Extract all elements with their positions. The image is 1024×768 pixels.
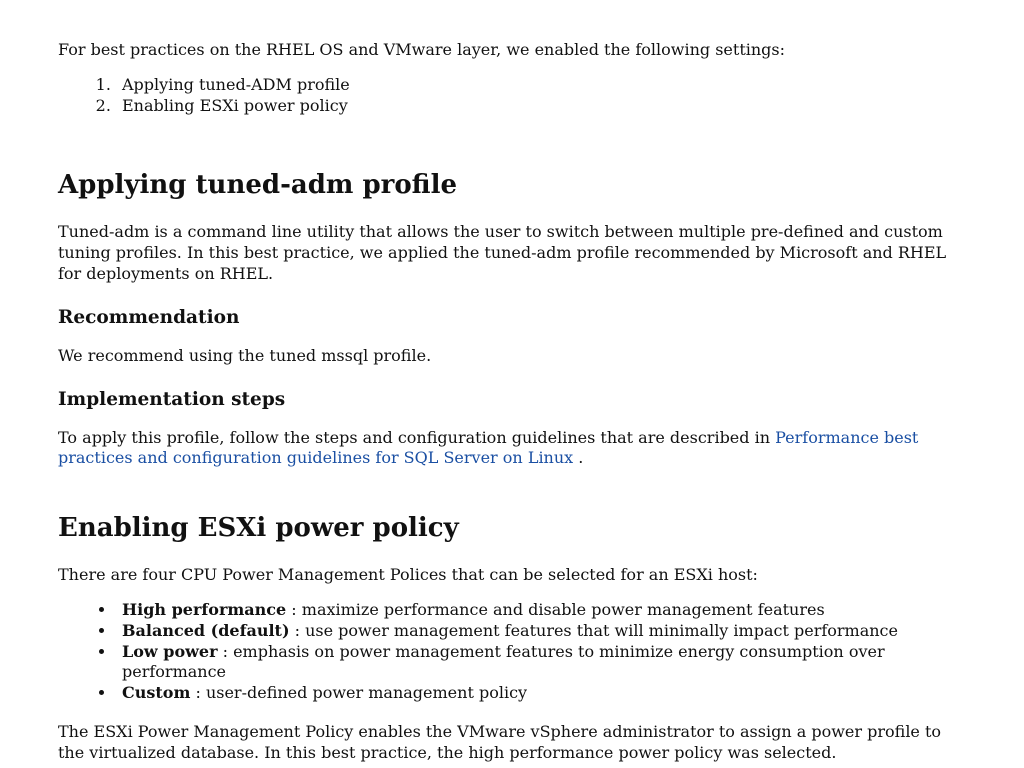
recommendation-body: We recommend using the tuned mssql profi… — [58, 346, 966, 367]
list-item: Balanced (default) : use power managemen… — [116, 621, 966, 642]
intro-paragraph: For best practices on the RHEL OS and VM… — [58, 40, 966, 61]
list-item: Low power : emphasis on power management… — [116, 642, 966, 684]
implementation-lead-text: To apply this profile, follow the steps … — [58, 428, 775, 447]
policy-desc: : maximize performance and disable power… — [286, 600, 824, 619]
document-page: For best practices on the RHEL OS and VM… — [0, 0, 1024, 768]
intro-ordered-list: Applying tuned-ADM profile Enabling ESXi… — [58, 75, 966, 117]
implementation-body: To apply this profile, follow the steps … — [58, 428, 966, 470]
policy-desc: : use power management features that wil… — [290, 621, 898, 640]
implementation-steps-heading: Implementation steps — [58, 389, 966, 410]
section2-intro: There are four CPU Power Management Poli… — [58, 565, 966, 586]
list-item: Enabling ESXi power policy — [116, 96, 966, 117]
power-policies-list: High performance : maximize performance … — [58, 600, 966, 704]
recommendation-heading: Recommendation — [58, 307, 966, 328]
policy-name: Custom — [122, 683, 190, 702]
section2-body2: The ESXi Power Management Policy enables… — [58, 722, 966, 764]
section-heading-esxi: Enabling ESXi power policy — [58, 513, 966, 543]
policy-name: Low power — [122, 642, 218, 661]
policy-name: High performance — [122, 600, 286, 619]
list-item: Applying tuned-ADM profile — [116, 75, 966, 96]
list-item: Custom : user-defined power management p… — [116, 683, 966, 704]
policy-name: Balanced (default) — [122, 621, 290, 640]
implementation-tail-text: . — [573, 448, 583, 467]
section-heading-tuned-adm: Applying tuned-adm profile — [58, 170, 966, 200]
section1-body: Tuned-adm is a command line utility that… — [58, 222, 966, 284]
policy-desc: : user-defined power management policy — [190, 683, 527, 702]
policy-desc: : emphasis on power management features … — [122, 642, 885, 682]
list-item: High performance : maximize performance … — [116, 600, 966, 621]
